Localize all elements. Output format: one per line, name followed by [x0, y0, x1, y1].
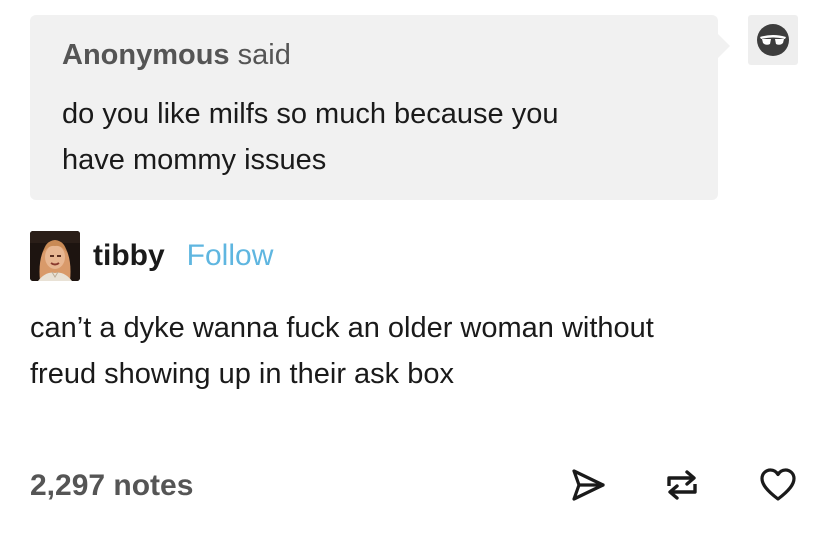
ask-question-line: have mommy issues — [62, 144, 327, 176]
blog-avatar[interactable] — [30, 231, 80, 281]
blog-avatar-image — [30, 231, 80, 281]
ask-question: do you like milfs so much because you ha… — [62, 91, 686, 183]
share-icon — [572, 469, 605, 501]
blog-name[interactable]: tibby — [93, 239, 165, 273]
asker-said-label: said — [237, 39, 291, 71]
follow-button[interactable]: Follow — [187, 239, 274, 273]
anonymous-sunglasses-icon — [757, 24, 789, 56]
post-body-line: can’t a dyke wanna fuck an older woman w… — [30, 312, 654, 344]
like-button[interactable] — [758, 465, 798, 505]
blog-header: tibby Follow — [30, 231, 273, 281]
post-body: can’t a dyke wanna fuck an older woman w… — [30, 305, 790, 397]
share-button[interactable] — [568, 465, 608, 505]
anonymous-avatar[interactable] — [748, 15, 798, 65]
reblog-button[interactable] — [662, 465, 702, 505]
ask-box: Anonymous said do you like milfs so much… — [30, 15, 730, 200]
ask-question-line: do you like milfs so much because you — [62, 98, 559, 130]
asker-line: Anonymous said — [62, 37, 686, 73]
post-body-line: freud showing up in their ask box — [30, 358, 454, 390]
heart-icon — [760, 468, 796, 501]
asker-name[interactable]: Anonymous — [62, 39, 230, 71]
post-footer: 2,297 notes — [30, 465, 800, 509]
reblog-icon — [667, 470, 697, 500]
notes-count[interactable]: 2,297 notes — [30, 468, 193, 504]
